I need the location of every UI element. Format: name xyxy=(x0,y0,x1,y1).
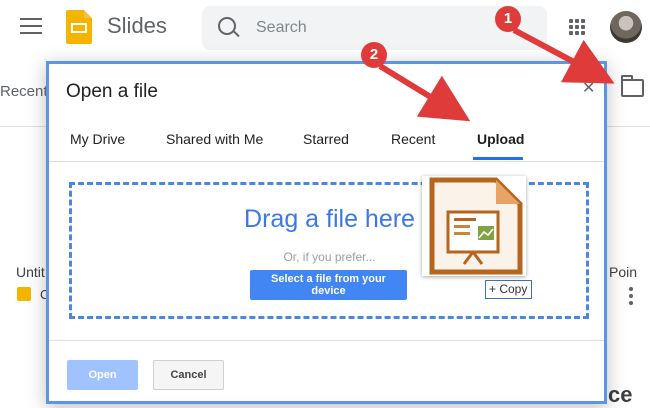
arrow-to-upload-tab xyxy=(378,63,471,122)
annotation-arrows xyxy=(378,27,615,122)
arrow-to-folder-icon xyxy=(512,27,615,84)
annotation-marker-2: 2 xyxy=(361,42,387,68)
annotation-marker-1: 1 xyxy=(495,6,521,32)
